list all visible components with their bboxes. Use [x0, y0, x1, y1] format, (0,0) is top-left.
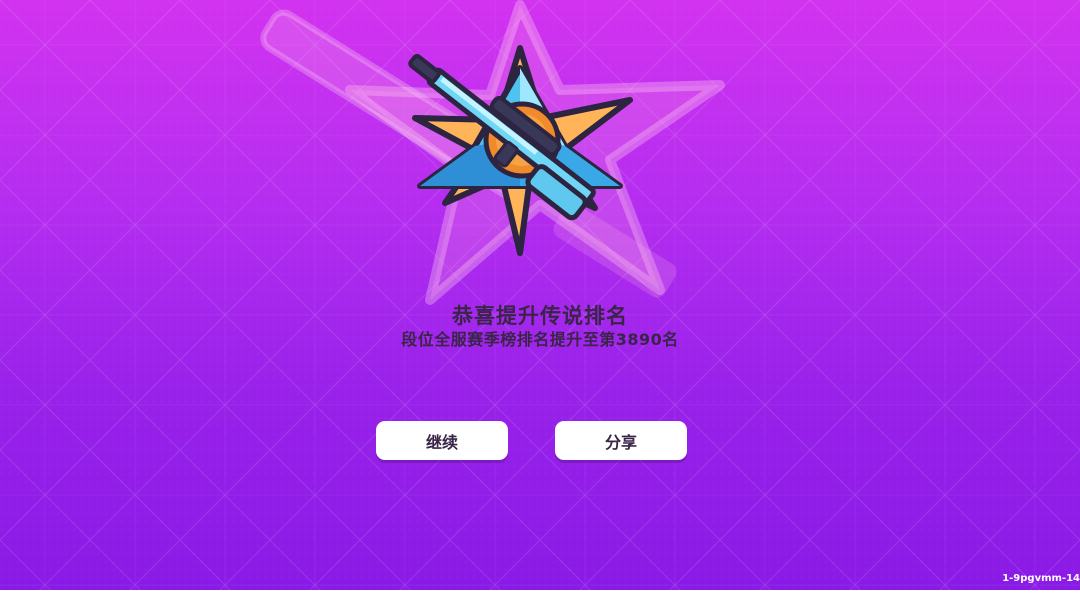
legend-rank-sniper-rifle-badge-icon	[408, 45, 633, 256]
share-button[interactable]: 分享	[555, 421, 687, 460]
build-id-label: 1-9pgvmm-14	[1002, 573, 1080, 584]
promotion-subtitle: 段位全服赛季榜排名提升至第3890名	[401, 330, 679, 349]
continue-button[interactable]: 继续	[376, 421, 508, 460]
rank-promotion-screen: 恭喜提升传说排名 段位全服赛季榜排名提升至第3890名 继续 分享 1-9pgv…	[0, 0, 1080, 590]
